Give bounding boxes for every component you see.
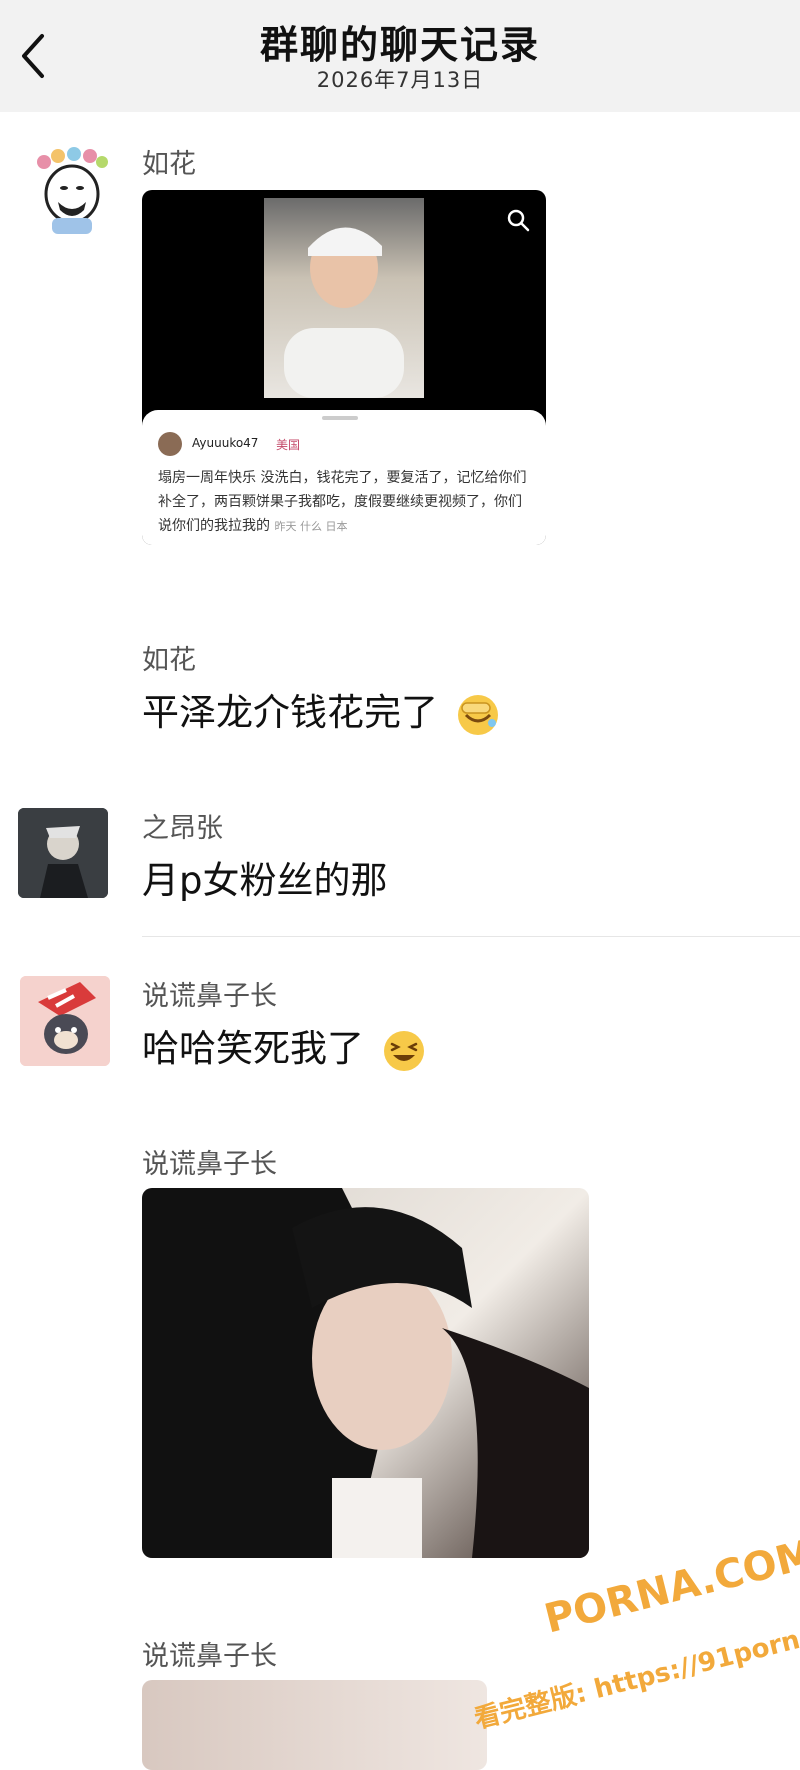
top-bar: 群聊的聊天记录 2026年7月13日: [0, 0, 800, 112]
post-username: Ayuuuko47: [192, 436, 259, 450]
post-location: 美国: [276, 438, 301, 452]
post-avatar: [158, 432, 182, 456]
avatar[interactable]: [18, 808, 108, 898]
sender-name: 如花: [142, 149, 196, 180]
message-text: 哈哈笑死我了: [142, 1018, 426, 1073]
shared-image[interactable]: [142, 1188, 589, 1558]
search-icon[interactable]: [506, 208, 530, 232]
shared-image[interactable]: [142, 1680, 487, 1770]
sender-name: 如花: [142, 645, 196, 676]
page-title: 群聊的聊天记录: [259, 23, 540, 67]
video-thumbnail: [264, 198, 424, 398]
post-text: 塌房一周年快乐 没洗白，钱花完了，要复活了，记忆给你们补全了，两百颗饼果子我都吃…: [158, 470, 527, 534]
avatar-cartoon-cat-icon: [20, 976, 110, 1066]
sender-name: 说谎鼻子长: [142, 1149, 277, 1180]
facepalm-laugh-emoji-icon: [457, 694, 498, 735]
avatar-meme-icon: [37, 147, 108, 234]
avatar[interactable]: [20, 976, 110, 1066]
shared-post-card[interactable]: Ayuuuko47 美国 塌房一周年快乐 没洗白，钱花完了，要复活了，记忆给你们…: [142, 190, 546, 545]
message-text: 月p女粉丝的那: [142, 859, 388, 902]
avatar-anime-icon: [18, 808, 108, 898]
message-text: 平泽龙介钱花完了: [142, 682, 500, 737]
post-panel: Ayuuuko47 美国 塌房一周年快乐 没洗白，钱花完了，要复活了，记忆给你们…: [142, 410, 546, 545]
person-thumbnail-icon: [284, 227, 404, 398]
sender-name: 说谎鼻子长: [142, 981, 277, 1012]
divider: [142, 936, 800, 937]
drag-handle[interactable]: [322, 416, 358, 420]
sender-name: 说谎鼻子长: [142, 1641, 277, 1672]
avatar[interactable]: [24, 144, 114, 234]
chat-date: 2026年7月13日: [316, 68, 484, 92]
photo-portrait-icon: [142, 1188, 589, 1558]
sender-name: 之昂张: [142, 813, 223, 844]
grinning-squint-emoji-icon: [383, 1030, 424, 1071]
